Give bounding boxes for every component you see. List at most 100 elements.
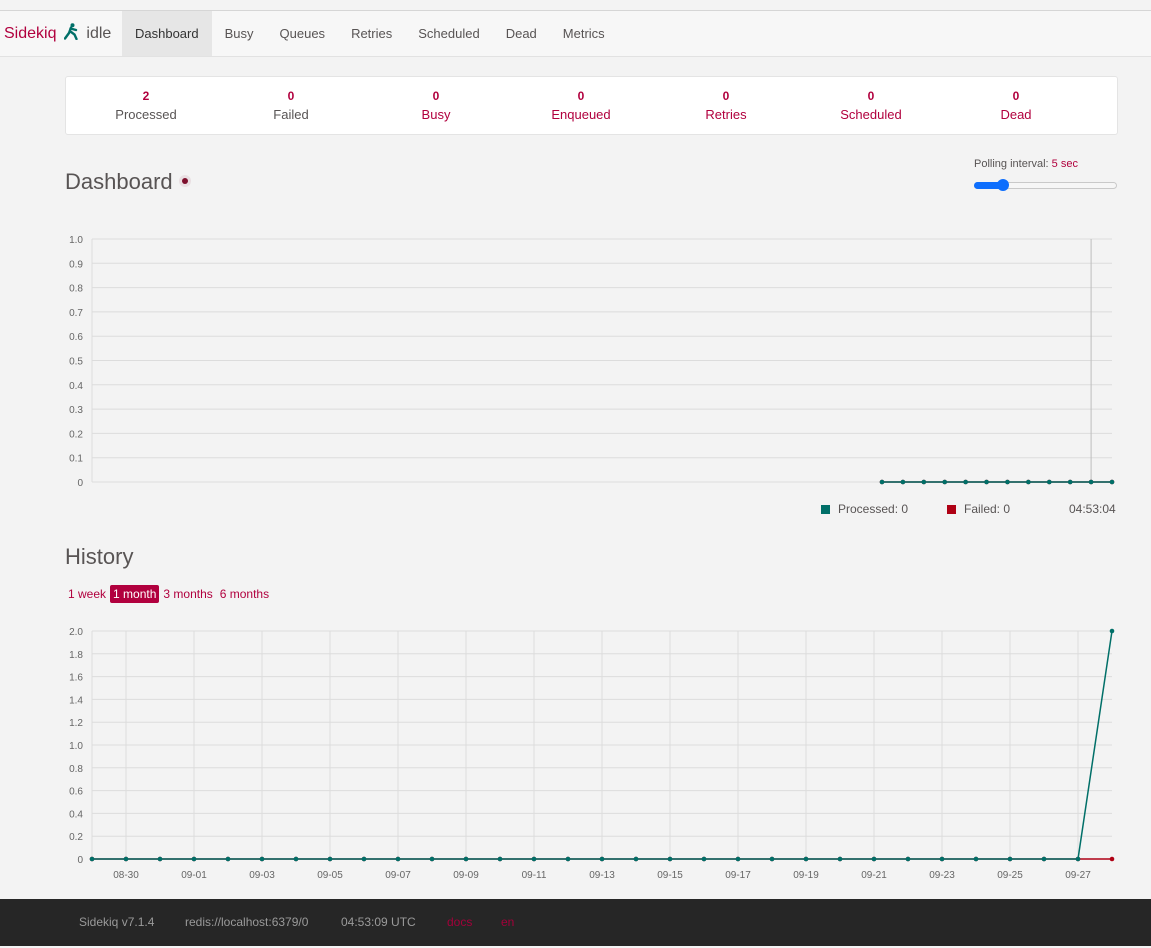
data-point-processed [1026,479,1031,485]
data-point-processed [803,856,809,862]
y-tick-label: 0.1 [69,454,83,465]
stat-label: Processed [115,107,177,122]
stat-link-retries[interactable]: Retries [656,106,796,123]
stat-link-enqueued[interactable]: Enqueued [511,106,651,123]
y-tick-label: 0.2 [69,832,83,843]
y-tick-label: 1.4 [69,695,83,706]
nav-queues[interactable]: Queues [267,11,339,56]
legend-time: 04:53:04 [1069,502,1116,516]
y-tick-label: 0.7 [69,308,83,319]
x-tick-label: 09-09 [453,870,479,881]
stat-value[interactable]: 0 [366,89,506,104]
footer-docs-link[interactable]: docs [447,899,472,946]
slider-handle[interactable] [997,179,1009,191]
x-tick-label: 09-27 [1065,870,1091,881]
x-tick-label: 09-05 [317,870,343,881]
polling-interval-label: Polling interval: 5 sec [974,158,1078,170]
summary-stats: 2 Processed 0 Failed 0 Busy 0 Enqueued 0… [65,76,1118,135]
footer-version: Sidekiq v7.1.4 [79,915,155,929]
stat-link-dead[interactable]: Dead [946,106,1086,123]
stat-busy[interactable]: 0 Busy [366,89,506,123]
data-point-failed [1109,856,1115,862]
data-point-processed [497,856,503,862]
x-tick-label: 09-23 [929,870,955,881]
data-point-processed [667,856,673,862]
range-1-week[interactable]: 1 week [65,585,109,603]
data-point-processed [735,856,741,862]
stat-value[interactable]: 0 [656,89,796,104]
footer: Sidekiq v7.1.4 redis://localhost:6379/0 … [0,899,1151,946]
data-point-processed [1109,479,1115,485]
page-title: Dashboard [65,169,173,194]
sidekiq-kicker-icon [63,23,78,41]
nav-dead[interactable]: Dead [493,11,550,56]
range-6-months[interactable]: 6 months [217,585,272,603]
y-tick-label: 1.0 [69,235,83,246]
data-point-processed [293,856,299,862]
history-range-selector: 1 week 1 month 3 months 6 months [65,585,273,603]
nav-retries[interactable]: Retries [338,11,405,56]
data-point-processed [1075,856,1081,862]
x-tick-label: 08-30 [113,870,139,881]
data-point-processed [599,856,605,862]
y-tick-label: 1.2 [69,718,83,729]
polling-label: Polling interval: [974,158,1049,170]
data-point-processed [942,479,948,485]
data-point-processed [565,856,571,862]
app-name[interactable]: Sidekiq [4,25,56,42]
nav-busy[interactable]: Busy [212,11,267,56]
footer-locale-link[interactable]: en [501,899,514,946]
y-tick-label: 1.6 [69,673,83,684]
footer-server-time: 04:53:09 UTC [341,915,416,929]
y-tick-label: 0.2 [69,429,83,440]
x-tick-label: 09-19 [793,870,819,881]
nav-metrics[interactable]: Metrics [550,11,618,56]
x-tick-label: 09-03 [249,870,275,881]
stat-value[interactable]: 0 [511,89,651,104]
y-tick-label: 0.8 [69,284,83,295]
processed-swatch [821,505,830,514]
stat-scheduled[interactable]: 0 Scheduled [801,89,941,123]
stat-dead[interactable]: 0 Dead [946,89,1086,123]
stat-retries[interactable]: 0 Retries [656,89,796,123]
stat-value[interactable]: 0 [946,89,1086,104]
stat-value[interactable]: 0 [801,89,941,104]
range-3-months[interactable]: 3 months [160,585,215,603]
nav-dashboard[interactable]: Dashboard [122,11,212,56]
stat-value: 0 [287,89,295,103]
data-point-processed [327,856,333,862]
y-tick-label: 0.6 [69,332,83,343]
x-tick-label: 09-17 [725,870,751,881]
data-point-processed [879,479,885,485]
polling-interval-slider[interactable] [974,179,1117,191]
data-point-processed [531,856,537,862]
stat-failed: 0 Failed [221,89,361,123]
polling-value: 5 sec [1051,158,1078,170]
stat-link-scheduled[interactable]: Scheduled [801,106,941,123]
legend-processed: Processed: 0 [821,502,908,516]
range-1-month[interactable]: 1 month [110,585,160,603]
y-tick-label: 0.9 [69,259,83,270]
nav-scheduled[interactable]: Scheduled [405,11,492,56]
data-point-processed [89,856,95,862]
data-point-processed [463,856,469,862]
legend-failed-label: Failed: 0 [964,502,1011,516]
stat-processed: 2 Processed [76,89,216,123]
data-point-processed [921,479,927,485]
data-point-processed [259,856,265,862]
data-point-processed [225,856,231,862]
y-tick-label: 0.3 [69,405,83,416]
data-point-processed [900,479,906,485]
realtime-chart: 0 0.1 0.2 0.3 0.4 0.5 0.6 0.7 0.8 0.9 1.0 [69,235,1115,489]
legend-failed: Failed: 0 [947,502,1010,516]
live-beacon-icon [179,175,191,187]
x-tick-label: 09-07 [385,870,411,881]
x-tick-label: 09-15 [657,870,683,881]
data-point-processed [395,856,401,862]
data-point-processed [1007,856,1013,862]
brand[interactable]: Sidekiq idle [4,11,111,56]
footer-redis-url: redis://localhost:6379/0 [185,915,309,929]
x-tick-label: 09-21 [861,870,887,881]
stat-link-busy[interactable]: Busy [366,106,506,123]
stat-enqueued[interactable]: 0 Enqueued [511,89,651,123]
